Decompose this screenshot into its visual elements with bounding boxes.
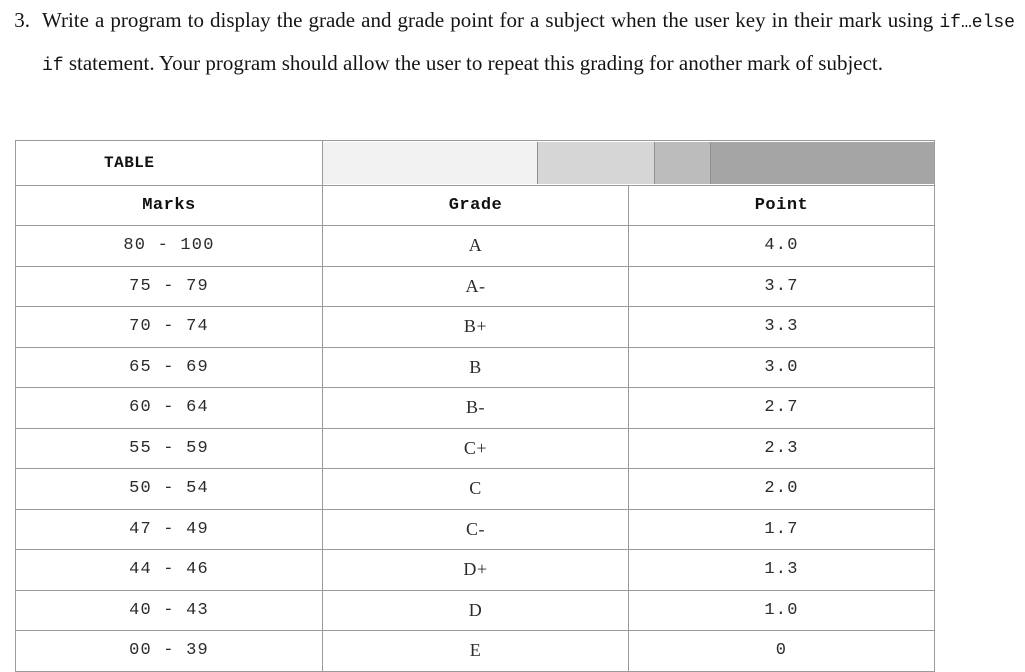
table-body: 80 - 100 A 4.0 75 - 79 A- 3.7 70 - 74 B+… bbox=[15, 225, 935, 672]
table-row: 60 - 64 B- 2.7 bbox=[15, 387, 935, 429]
table-title-segments bbox=[322, 140, 935, 186]
cell-marks: 65 - 69 bbox=[15, 346, 323, 388]
table-row: 44 - 46 D+ 1.3 bbox=[15, 549, 935, 591]
cell-grade: C bbox=[322, 468, 629, 510]
cell-grade: D+ bbox=[322, 549, 629, 591]
cell-point: 2.3 bbox=[628, 427, 935, 469]
cell-point: 1.3 bbox=[628, 549, 935, 591]
question-text-part2: statement. Your program should allow the… bbox=[63, 51, 883, 75]
title-segment-3 bbox=[655, 142, 711, 184]
cell-marks: 47 - 49 bbox=[15, 508, 323, 550]
cell-marks: 00 - 39 bbox=[15, 630, 323, 672]
cell-point: 2.0 bbox=[628, 468, 935, 510]
grade-table: TABLE Marks Grade Point 80 - 100 A 4.0 7… bbox=[15, 140, 935, 672]
table-row: 50 - 54 C 2.0 bbox=[15, 468, 935, 510]
cell-point: 2.7 bbox=[628, 387, 935, 429]
table-row: 00 - 39 E 0 bbox=[15, 630, 935, 672]
column-header-grade: Grade bbox=[322, 185, 629, 226]
cell-grade: B- bbox=[322, 387, 629, 429]
cell-point: 4.0 bbox=[628, 225, 935, 267]
cell-marks: 55 - 59 bbox=[15, 427, 323, 469]
table-column-header-row: Marks Grade Point bbox=[15, 185, 935, 226]
title-segment-4 bbox=[711, 142, 934, 184]
question-text: Write a program to display the grade and… bbox=[42, 0, 1025, 86]
title-segment-2 bbox=[538, 142, 655, 184]
cell-marks: 80 - 100 bbox=[15, 225, 323, 267]
column-header-point: Point bbox=[628, 185, 935, 226]
table-row: 40 - 43 D 1.0 bbox=[15, 589, 935, 631]
cell-point: 1.0 bbox=[628, 589, 935, 631]
grade-table-container: TABLE Marks Grade Point 80 - 100 A 4.0 7… bbox=[15, 140, 935, 672]
cell-marks: 75 - 79 bbox=[15, 265, 323, 307]
cell-marks: 60 - 64 bbox=[15, 387, 323, 429]
table-row: 80 - 100 A 4.0 bbox=[15, 225, 935, 267]
cell-point: 0 bbox=[628, 630, 935, 672]
cell-grade: A bbox=[322, 225, 629, 267]
table-title: TABLE bbox=[15, 140, 323, 186]
table-row: 75 - 79 A- 3.7 bbox=[15, 265, 935, 307]
cell-grade: E bbox=[322, 630, 629, 672]
cell-grade: C+ bbox=[322, 427, 629, 469]
table-title-row: TABLE bbox=[15, 140, 935, 186]
table-row: 47 - 49 C- 1.7 bbox=[15, 508, 935, 550]
document-page: 3. Write a program to display the grade … bbox=[0, 0, 1025, 672]
cell-marks: 44 - 46 bbox=[15, 549, 323, 591]
cell-grade: C- bbox=[322, 508, 629, 550]
table-row: 55 - 59 C+ 2.3 bbox=[15, 427, 935, 469]
cell-grade: B bbox=[322, 346, 629, 388]
question-block: 3. Write a program to display the grade … bbox=[0, 0, 1025, 86]
cell-marks: 50 - 54 bbox=[15, 468, 323, 510]
cell-marks: 70 - 74 bbox=[15, 306, 323, 348]
question-number: 3. bbox=[14, 8, 30, 32]
cell-grade: A- bbox=[322, 265, 629, 307]
cell-grade: D bbox=[322, 589, 629, 631]
cell-marks: 40 - 43 bbox=[15, 589, 323, 631]
question-text-part1: Write a program to display the grade and… bbox=[42, 8, 940, 32]
title-segment-1 bbox=[323, 142, 538, 184]
table-row: 70 - 74 B+ 3.3 bbox=[15, 306, 935, 348]
cell-point: 1.7 bbox=[628, 508, 935, 550]
table-row: 65 - 69 B 3.0 bbox=[15, 346, 935, 388]
cell-point: 3.0 bbox=[628, 346, 935, 388]
cell-point: 3.3 bbox=[628, 306, 935, 348]
column-header-marks: Marks bbox=[15, 185, 323, 226]
cell-point: 3.7 bbox=[628, 265, 935, 307]
cell-grade: B+ bbox=[322, 306, 629, 348]
